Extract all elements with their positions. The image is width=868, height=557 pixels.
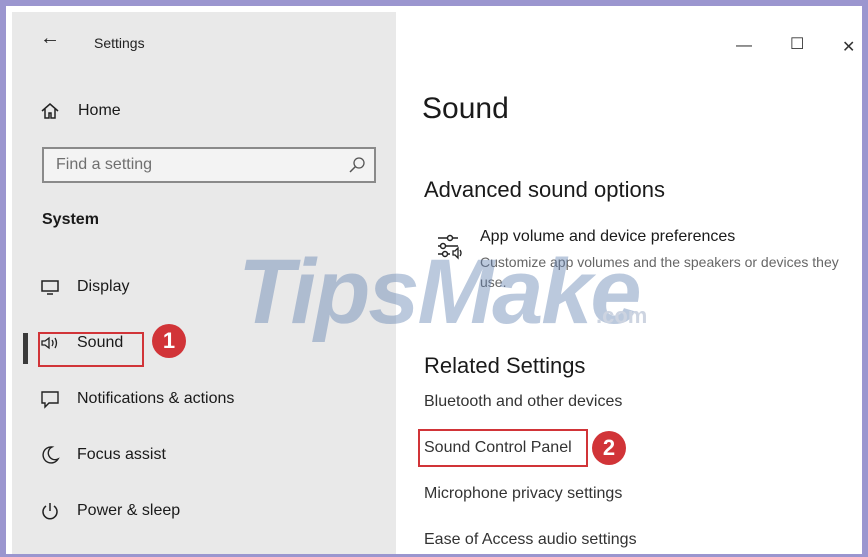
sidebar-item-label: Focus assist [77, 446, 166, 463]
sidebar-item-display[interactable]: Display [40, 272, 129, 302]
related-settings-heading: Related Settings [424, 353, 586, 378]
selected-indicator [23, 333, 28, 364]
app-volume-description: Customize app volumes and the speakers o… [480, 254, 839, 290]
close-button[interactable]: ✕ [842, 37, 855, 57]
home-nav-item[interactable]: Home [40, 98, 121, 124]
app-title: Settings [94, 35, 145, 51]
sidebar-item-label: Power & sleep [77, 502, 181, 519]
home-label: Home [78, 102, 121, 119]
sidebar-item-notifications[interactable]: Notifications & actions [40, 384, 234, 414]
back-arrow-icon[interactable]: ← [40, 28, 60, 48]
notification-icon [40, 389, 60, 409]
monitor-icon [40, 277, 60, 297]
sidebar: ← Settings Home Find a setting System Di… [12, 12, 399, 554]
search-input[interactable]: Find a setting [42, 147, 376, 183]
step-badge-2: 2 [592, 431, 626, 465]
section-heading-system: System [42, 211, 99, 228]
step-badge-1: 1 [152, 324, 186, 358]
settings-window: ← Settings Home Find a setting System Di… [0, 0, 868, 557]
page-title: Sound [422, 92, 509, 125]
speaker-icon [40, 333, 60, 353]
power-icon [40, 501, 60, 521]
maximize-button[interactable]: ☐ [790, 34, 804, 54]
minimize-button[interactable]: — [736, 37, 752, 55]
bluetooth-devices-link[interactable]: Bluetooth and other devices [424, 393, 622, 411]
moon-icon [40, 445, 60, 465]
ease-of-access-audio-link[interactable]: Ease of Access audio settings [424, 531, 637, 549]
microphone-privacy-link[interactable]: Microphone privacy settings [424, 485, 622, 503]
search-placeholder: Find a setting [56, 156, 153, 173]
app-volume-title: App volume and device preferences [480, 228, 736, 245]
sidebar-item-power-sleep[interactable]: Power & sleep [40, 496, 180, 526]
sidebar-item-label: Display [77, 278, 130, 295]
sidebar-item-label: Notifications & actions [77, 390, 235, 407]
sound-control-panel-link[interactable]: Sound Control Panel [424, 439, 572, 457]
sidebar-item-label: Sound [77, 334, 124, 351]
sidebar-item-sound[interactable]: Sound [40, 328, 123, 358]
advanced-sound-heading: Advanced sound options [424, 177, 665, 202]
search-icon [349, 157, 365, 173]
home-icon [41, 103, 59, 119]
mixer-icon [438, 234, 462, 260]
main-pane: — ☐ ✕ Sound Advanced sound options App v… [396, 12, 862, 554]
sidebar-item-focus-assist[interactable]: Focus assist [40, 440, 166, 470]
